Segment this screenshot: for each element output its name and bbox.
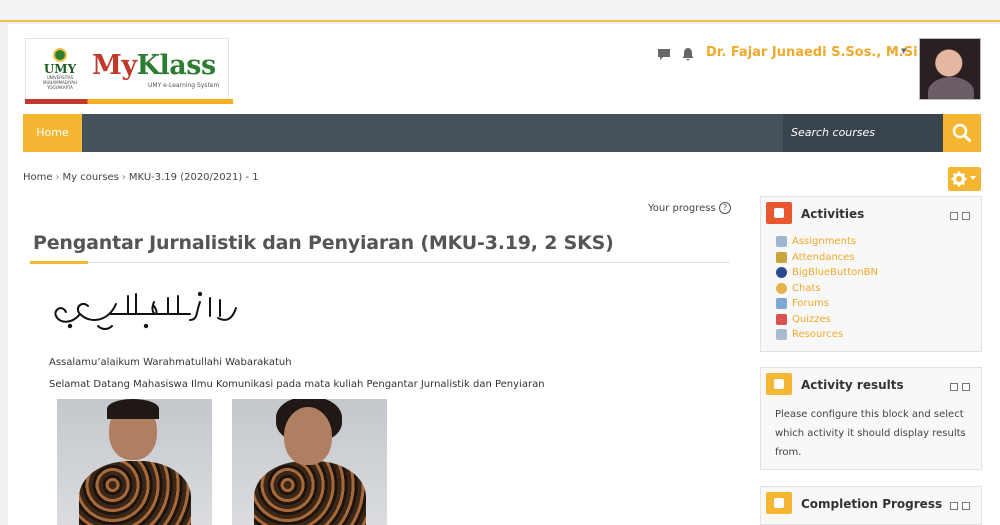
- search-courses-input[interactable]: Search courses: [783, 114, 943, 152]
- activity-results-block-header: Activity results: [761, 368, 981, 400]
- search-button[interactable]: [943, 114, 981, 152]
- site-logo[interactable]: UMY UNIVERSITAS MUHAMMADIYAH YOGYAKARTA …: [25, 38, 229, 104]
- activity-link-assignments[interactable]: Assignments: [776, 234, 878, 250]
- lecturer-photo-2: [232, 399, 387, 525]
- chevron-down-icon: [970, 176, 976, 180]
- title-accent-bar: [30, 261, 88, 264]
- dock-block-icon[interactable]: [962, 383, 970, 391]
- activities-block-header: Activities: [761, 197, 981, 229]
- forum-icon: [776, 298, 787, 310]
- quiz-icon: [776, 313, 787, 325]
- browser-top-strip: [0, 0, 1000, 22]
- activities-list: Assignments Attendances BigBlueButtonBN …: [776, 234, 878, 343]
- completion-progress-block: Completion Progress: [760, 486, 982, 525]
- help-icon[interactable]: ?: [719, 202, 731, 214]
- breadcrumb-my-courses[interactable]: My courses: [63, 172, 119, 183]
- activities-block: Activities Assignments Attendances BigBl…: [760, 196, 982, 352]
- myklass-title-part1: My: [92, 50, 137, 81]
- assignment-icon: [776, 236, 787, 248]
- bismillah-calligraphy-image: [54, 291, 237, 330]
- activity-link-attendances[interactable]: Attendances: [776, 250, 878, 266]
- gear-icon: [951, 171, 967, 187]
- minimize-block-icon[interactable]: [950, 502, 958, 510]
- umy-seal-icon: [53, 48, 67, 62]
- chevron-right-icon: ›: [55, 172, 60, 183]
- search-icon: [952, 123, 971, 142]
- chevron-right-icon: ›: [121, 172, 126, 183]
- activity-results-block: Activity results Please configure this b…: [760, 367, 982, 470]
- bigbluebutton-icon: [776, 267, 787, 279]
- chat-icon: [776, 282, 787, 294]
- block-title: Activity results: [801, 378, 904, 392]
- user-avatar[interactable]: [919, 38, 981, 100]
- activity-link-forums[interactable]: Forums: [776, 296, 878, 312]
- nav-home-link[interactable]: Home: [23, 114, 82, 152]
- minimize-block-icon[interactable]: [950, 212, 958, 220]
- page: UMY UNIVERSITAS MUHAMMADIYAH YOGYAKARTA …: [8, 24, 1000, 525]
- activity-link-resources[interactable]: Resources: [776, 327, 878, 343]
- activity-link-bigbluebutton[interactable]: BigBlueButtonBN: [776, 265, 878, 281]
- activity-link-quizzes[interactable]: Quizzes: [776, 312, 878, 328]
- breadcrumb-home[interactable]: Home: [23, 172, 53, 183]
- umy-logo-subtext: UNIVERSITAS MUHAMMADIYAH YOGYAKARTA: [43, 75, 77, 90]
- notifications-bell-icon[interactable]: [681, 47, 695, 61]
- activity-results-message: Please configure this block and select w…: [775, 409, 966, 458]
- course-settings-button[interactable]: [948, 167, 981, 191]
- puzzle-icon: [766, 373, 792, 395]
- completion-progress-block-header: Completion Progress: [761, 487, 981, 519]
- dock-block-icon[interactable]: [962, 502, 970, 510]
- block-title: Completion Progress: [801, 497, 943, 511]
- messages-icon[interactable]: [657, 47, 671, 61]
- breadcrumb: Home › My courses › MKU-3.19 (2020/2021) - 1: [23, 172, 259, 183]
- user-menu-caret-icon[interactable]: ▼: [901, 47, 906, 55]
- puzzle-icon: [766, 202, 792, 224]
- breadcrumb-course[interactable]: MKU-3.19 (2020/2021) - 1: [129, 172, 259, 183]
- activity-link-chats[interactable]: Chats: [776, 281, 878, 297]
- greeting-text: Assalamu’alaikum Warahmatullahi Wabaraka…: [49, 357, 292, 368]
- title-divider: [30, 262, 730, 263]
- myklass-title: MyKlass: [92, 50, 216, 82]
- lecturer-photo-1: [57, 399, 212, 525]
- umy-logo-text: UMY: [43, 62, 77, 76]
- your-progress-label: Your progress: [648, 203, 716, 214]
- main-navbar: Home Search courses: [23, 114, 981, 152]
- puzzle-icon: [766, 492, 792, 514]
- resource-icon: [776, 329, 787, 341]
- block-title: Activities: [801, 207, 865, 221]
- logo-underline: [25, 99, 233, 104]
- umy-logo: UMY UNIVERSITAS MUHAMMADIYAH YOGYAKARTA: [38, 48, 82, 90]
- welcome-text: Selamat Datang Mahasiswa Ilmu Komunikasi…: [49, 379, 545, 390]
- user-menu-name[interactable]: Dr. Fajar Junaedi S.Sos., M.Si.: [706, 45, 922, 60]
- dock-block-icon[interactable]: [962, 212, 970, 220]
- page-title: Pengantar Jurnalistik dan Penyiaran (MKU…: [33, 232, 614, 254]
- attendance-icon: [776, 251, 787, 263]
- myklass-title-part2: Klass: [136, 50, 217, 81]
- myklass-subtitle: UMY e-Learning System: [148, 82, 220, 89]
- minimize-block-icon[interactable]: [950, 383, 958, 391]
